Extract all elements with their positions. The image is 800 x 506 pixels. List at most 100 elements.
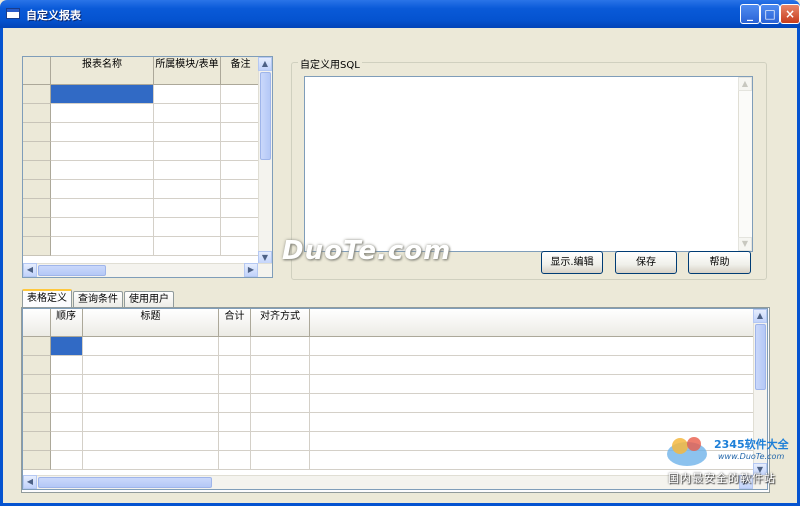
close-button[interactable]: × — [780, 4, 800, 24]
grid-cell[interactable] — [221, 161, 260, 179]
display-edit-button[interactable]: 显示.编辑 — [541, 251, 603, 274]
table-row[interactable] — [23, 413, 755, 432]
table-row[interactable] — [23, 375, 755, 394]
maximize-button[interactable]: □ — [760, 4, 780, 24]
table-row[interactable] — [23, 337, 755, 356]
table-row[interactable] — [23, 432, 755, 451]
grid-cell[interactable] — [51, 142, 154, 160]
table-row[interactable] — [23, 123, 260, 142]
row-header[interactable] — [23, 337, 51, 356]
grid-cell[interactable] — [221, 142, 260, 160]
table-row[interactable] — [23, 180, 260, 199]
row-header[interactable] — [23, 394, 51, 413]
row-header[interactable] — [23, 199, 51, 218]
scroll-down-icon[interactable]: ▼ — [738, 237, 752, 251]
sql-vertical-scrollbar[interactable]: ▲ ▼ — [738, 77, 752, 251]
grid-cell[interactable] — [83, 432, 219, 450]
horizontal-scrollbar[interactable]: ◀ ▶ — [23, 263, 272, 277]
grid-cell[interactable] — [219, 432, 251, 450]
grid-cell[interactable] — [154, 104, 221, 122]
scroll-left-icon[interactable]: ◀ — [23, 475, 37, 489]
tab-table-definition[interactable]: 表格定义 — [22, 289, 72, 308]
minimize-button[interactable]: _ — [740, 4, 760, 24]
grid-cell[interactable] — [251, 451, 310, 469]
grid-cell[interactable] — [51, 161, 154, 179]
grid-cell[interactable] — [221, 218, 260, 236]
column-header-total[interactable]: 合计 — [219, 309, 251, 336]
column-header-title[interactable]: 标题 — [83, 309, 219, 336]
grid-cell[interactable] — [310, 375, 755, 393]
grid-cell[interactable] — [221, 104, 260, 122]
grid-cell[interactable] — [154, 218, 221, 236]
grid-cell[interactable] — [83, 394, 219, 412]
grid-cell[interactable] — [310, 356, 755, 374]
grid-cell[interactable] — [251, 337, 310, 355]
report-list-grid[interactable]: 报表名称 所属模块/表单 备注 ▲ ▼ ◀ ▶ — [22, 56, 273, 278]
grid-cell[interactable] — [219, 356, 251, 374]
row-header[interactable] — [23, 123, 51, 142]
column-header-report-name[interactable]: 报表名称 — [51, 57, 154, 84]
table-row[interactable] — [23, 104, 260, 123]
grid-cell[interactable] — [154, 237, 221, 255]
save-button[interactable]: 保存 — [615, 251, 677, 274]
grid-cell[interactable] — [51, 337, 83, 355]
row-header[interactable] — [23, 180, 51, 199]
row-header[interactable] — [23, 413, 51, 432]
grid-cell[interactable] — [51, 451, 83, 469]
grid-cell[interactable] — [219, 375, 251, 393]
grid-cell[interactable] — [221, 237, 260, 255]
table-row[interactable] — [23, 451, 755, 470]
table-row[interactable] — [23, 218, 260, 237]
grid-cell[interactable] — [83, 337, 219, 355]
row-header[interactable] — [23, 237, 51, 256]
grid-cell[interactable] — [51, 394, 83, 412]
grid-cell[interactable] — [51, 123, 154, 141]
row-header[interactable] — [23, 432, 51, 451]
grid-cell[interactable] — [310, 413, 755, 431]
row-header[interactable] — [23, 451, 51, 470]
table-row[interactable] — [23, 142, 260, 161]
grid-cell[interactable] — [221, 180, 260, 198]
grid-cell[interactable] — [219, 337, 251, 355]
grid-cell[interactable] — [51, 432, 83, 450]
grid-cell[interactable] — [221, 123, 260, 141]
vertical-scrollbar[interactable]: ▲ ▼ — [258, 57, 272, 265]
table-row[interactable] — [23, 85, 260, 104]
row-header[interactable] — [23, 161, 51, 180]
grid-cell[interactable] — [83, 413, 219, 431]
row-header[interactable] — [23, 142, 51, 161]
grid-cell[interactable] — [154, 199, 221, 217]
scrollbar-thumb[interactable] — [755, 324, 766, 390]
grid-cell[interactable] — [154, 142, 221, 160]
grid-cell[interactable] — [219, 451, 251, 469]
column-header-order[interactable]: 顺序 — [51, 309, 83, 336]
grid-cell[interactable] — [83, 356, 219, 374]
row-header[interactable] — [23, 218, 51, 237]
grid-cell[interactable] — [251, 394, 310, 412]
grid-cell[interactable] — [51, 218, 154, 236]
grid-cell[interactable] — [310, 394, 755, 412]
grid-cell[interactable] — [221, 199, 260, 217]
grid-cell[interactable] — [310, 337, 755, 355]
grid-cell[interactable] — [51, 199, 154, 217]
grid-cell[interactable] — [219, 413, 251, 431]
grid-cell[interactable] — [154, 180, 221, 198]
scroll-up-icon[interactable]: ▲ — [738, 77, 752, 91]
row-header[interactable] — [23, 356, 51, 375]
grid-cell[interactable] — [154, 123, 221, 141]
grid-cell[interactable] — [154, 161, 221, 179]
table-row[interactable] — [23, 394, 755, 413]
tab-query-conditions[interactable]: 查询条件 — [73, 291, 123, 308]
row-header[interactable] — [23, 375, 51, 394]
scroll-left-icon[interactable]: ◀ — [23, 263, 37, 277]
horizontal-scrollbar[interactable]: ◀ ▶ — [23, 475, 767, 489]
table-row[interactable] — [23, 237, 260, 256]
scroll-up-icon[interactable]: ▲ — [753, 309, 767, 323]
scrollbar-thumb[interactable] — [38, 477, 212, 488]
grid-cell[interactable] — [219, 394, 251, 412]
grid-cell[interactable] — [51, 180, 154, 198]
row-header[interactable] — [23, 85, 51, 104]
grid-cell[interactable] — [83, 451, 219, 469]
grid-cell[interactable] — [251, 356, 310, 374]
help-button[interactable]: 帮助 — [688, 251, 751, 274]
